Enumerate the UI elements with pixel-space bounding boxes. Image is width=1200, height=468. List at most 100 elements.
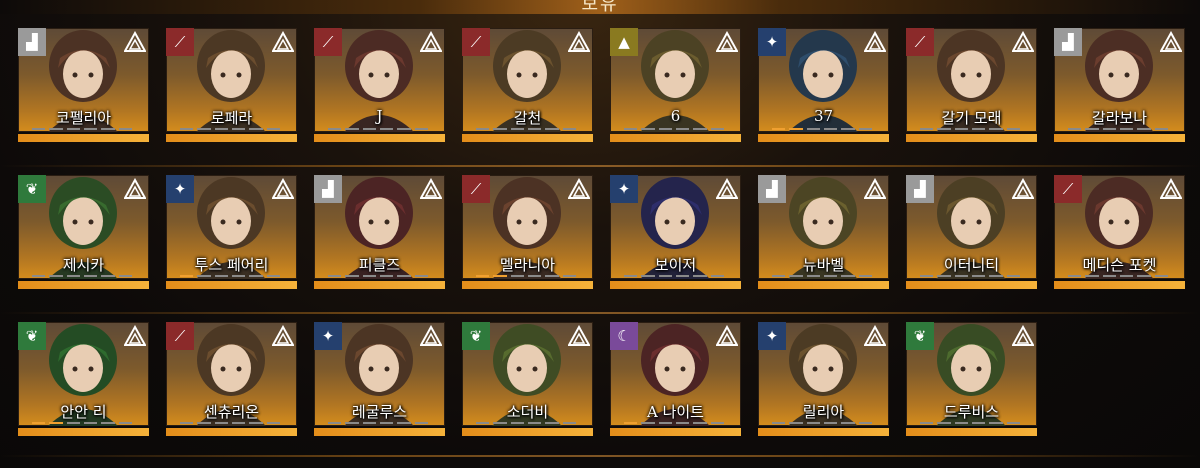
rank-triangle-icon xyxy=(716,325,738,346)
promotion-tick xyxy=(1137,275,1151,277)
promotion-ticks xyxy=(32,128,132,131)
character-card[interactable]: ✦ 투스 페어리 xyxy=(166,175,297,293)
promotion-tick xyxy=(476,422,490,424)
promotion-tick xyxy=(954,128,968,130)
character-card[interactable]: ▟ 뉴바벨 xyxy=(758,175,889,293)
promotion-tick xyxy=(1068,128,1082,130)
character-card[interactable]: ☾ A 나이트 xyxy=(610,322,741,440)
character-card[interactable]: ▟ 피클즈 xyxy=(314,175,445,293)
promotion-tick xyxy=(362,422,376,424)
promotion-tick xyxy=(397,128,411,130)
intellect-icon: ✦ xyxy=(166,175,194,203)
character-card[interactable]: ⟋ J xyxy=(314,28,445,146)
rank-triangle-icon xyxy=(1012,325,1034,346)
promotion-tick xyxy=(493,275,507,277)
promotion-tick xyxy=(841,275,855,277)
promotion-tick xyxy=(249,422,263,424)
character-card[interactable]: ✦ 레굴루스 xyxy=(314,322,445,440)
strength-icon: ▟ xyxy=(758,175,786,203)
promotion-ticks xyxy=(328,128,428,131)
promotion-tick xyxy=(527,275,542,277)
spirit-icon: ❦ xyxy=(906,322,934,350)
character-card[interactable]: ❦ 제시카 xyxy=(18,175,149,293)
promotion-tick xyxy=(937,275,951,277)
promotion-tick xyxy=(197,422,211,424)
promotion-tick xyxy=(214,422,228,424)
promotion-ticks xyxy=(624,275,724,278)
character-card[interactable]: ▟ 코펠리아 xyxy=(18,28,149,146)
character-card[interactable]: ✦ 릴리아 xyxy=(758,322,889,440)
promotion-tick xyxy=(1102,275,1116,277)
character-card[interactable]: ⟋ 갈천 xyxy=(462,28,593,146)
promotion-ticks xyxy=(772,275,872,278)
character-card[interactable]: ⟋ 센츄리온 xyxy=(166,322,297,440)
card-frame: ✦ 투스 페어리 xyxy=(166,175,297,279)
promotion-tick xyxy=(379,422,394,424)
promotion-tick xyxy=(806,422,820,424)
promotion-tick xyxy=(920,422,934,424)
promotion-tick xyxy=(693,128,707,130)
card-frame: ▟ 이터니티 xyxy=(906,175,1037,279)
promotion-tick xyxy=(545,275,559,277)
character-card[interactable]: ▟ 이터니티 xyxy=(906,175,1037,293)
rank-triangle-icon xyxy=(272,31,294,52)
character-card[interactable]: ✦ 보이저 xyxy=(610,175,741,293)
character-card[interactable]: ✦ 37 xyxy=(758,28,889,146)
promotion-tick xyxy=(641,422,655,424)
promotion-ticks xyxy=(180,128,280,131)
character-name: 릴리아 xyxy=(802,403,845,421)
promotion-tick xyxy=(101,422,115,424)
character-name: 로페라 xyxy=(210,109,253,127)
character-card[interactable]: ▲ 6 xyxy=(610,28,741,146)
character-card[interactable]: ❦ 드루비스 xyxy=(906,322,1037,440)
promotion-tick xyxy=(823,422,838,424)
promotion-tick xyxy=(641,128,655,130)
promotion-tick xyxy=(789,128,803,130)
promotion-tick xyxy=(971,128,986,130)
promotion-tick xyxy=(66,275,80,277)
promotion-tick xyxy=(214,128,228,130)
card-frame: ❦ 드루비스 xyxy=(906,322,1037,426)
character-name: 레굴루스 xyxy=(351,403,408,421)
strength-icon: ▟ xyxy=(18,28,46,56)
promotion-tick xyxy=(789,275,803,277)
character-card[interactable]: ⟋ 멜라니아 xyxy=(462,175,593,293)
character-card[interactable]: ❦ 안안 리 xyxy=(18,322,149,440)
promotion-tick xyxy=(527,422,542,424)
promotion-tick xyxy=(858,422,872,424)
character-card[interactable]: ▟ 갈라보나 xyxy=(1054,28,1185,146)
promotion-tick xyxy=(772,422,786,424)
instinct-icon: ⟋ xyxy=(906,28,934,56)
character-name: 갈기 모래 xyxy=(941,109,1002,127)
decor-streak xyxy=(0,165,1200,167)
rank-triangle-icon xyxy=(420,325,442,346)
character-card[interactable]: ⟋ 로페라 xyxy=(166,28,297,146)
promotion-ticks xyxy=(920,422,1020,425)
character-card[interactable]: ⟋ 메디슨 포켓 xyxy=(1054,175,1185,293)
card-frame: ▟ 뉴바벨 xyxy=(758,175,889,279)
promotion-ticks xyxy=(328,422,428,425)
card-bottom-bar xyxy=(610,134,741,142)
character-card[interactable]: ⟋ 갈기 모래 xyxy=(906,28,1037,146)
promotion-tick xyxy=(937,422,951,424)
card-frame: ⟋ J xyxy=(314,28,445,132)
promotion-tick xyxy=(675,275,690,277)
promotion-ticks xyxy=(1068,128,1168,131)
promotion-tick xyxy=(101,128,115,130)
character-card[interactable]: ❦ 소더비 xyxy=(462,322,593,440)
card-bottom-bar xyxy=(462,428,593,436)
promotion-tick xyxy=(118,128,132,130)
promotion-tick xyxy=(32,275,46,277)
character-name: 6 xyxy=(670,107,681,125)
rank-triangle-icon xyxy=(864,178,886,199)
card-bottom-bar xyxy=(18,281,149,289)
promotion-tick xyxy=(693,275,707,277)
promotion-tick xyxy=(823,275,838,277)
promotion-ticks xyxy=(920,275,1020,278)
promotion-tick xyxy=(414,275,428,277)
promotion-ticks xyxy=(920,128,1020,131)
intellect-icon: ✦ xyxy=(314,322,342,350)
promotion-tick xyxy=(414,128,428,130)
decor-streak xyxy=(0,312,1200,314)
card-bottom-bar xyxy=(166,134,297,142)
